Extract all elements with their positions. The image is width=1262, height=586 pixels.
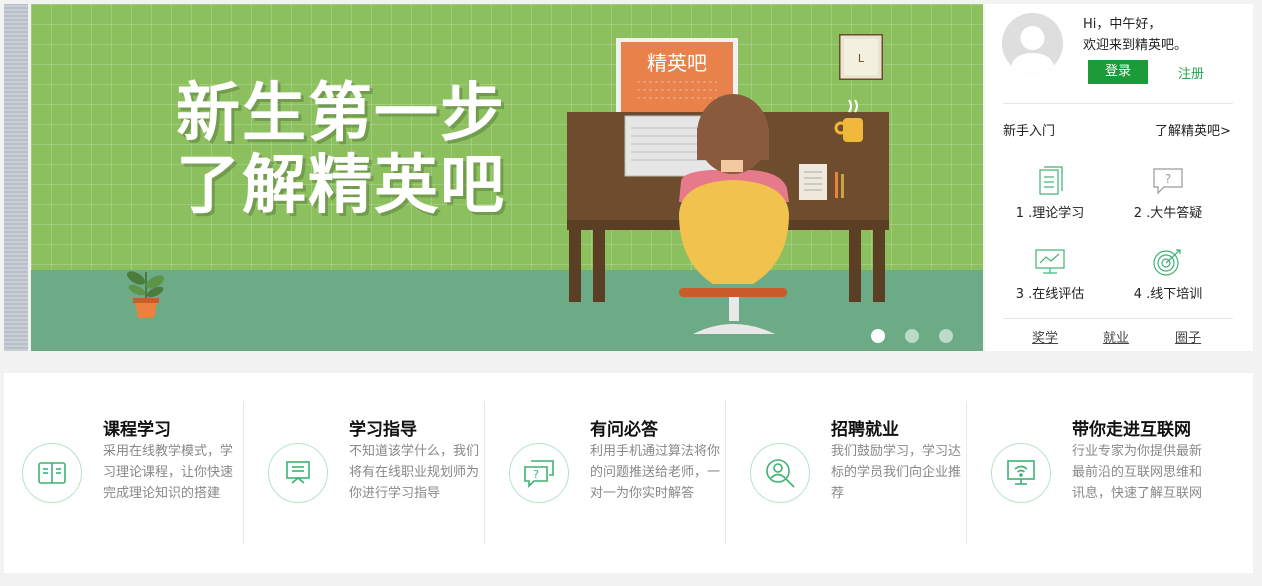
document-icon [1039, 166, 1063, 195]
banner-slogan: 新生第一步 了解精英吧 [161, 78, 521, 222]
feature-icon-circle [991, 443, 1051, 503]
guide-step-qa[interactable]: ? 2 .大牛答疑 [1113, 166, 1223, 221]
banner-carousel[interactable]: 新生第一步 了解精英吧 精英吧 L [31, 4, 983, 351]
feature-icon-circle: ? [509, 443, 569, 503]
monitor-label: 精英吧 [647, 51, 707, 75]
divider [966, 401, 967, 544]
feature-title: 课程学习 [103, 420, 171, 440]
guide-title: 新手入门 [1003, 124, 1056, 139]
svg-text:?: ? [1165, 172, 1171, 186]
feature-internet[interactable]: 带你走进互联网 行业专家为你提供最新最前沿的互联网思维和讯息，快速了解互联网 [973, 401, 1214, 544]
carousel-dot-1[interactable] [871, 329, 885, 343]
features-section: 课程学习 采用在线教学模式，学习理论课程，让你快速完成理论知识的搭建 学习指导 … [4, 373, 1253, 573]
learn-more-link[interactable]: 了解精英吧> [1155, 120, 1231, 139]
feature-icon-circle [22, 443, 82, 503]
feature-qa[interactable]: ? 有问必答 利用手机通过算法将你的问题推送给老师，一对一为你实时解答 [491, 401, 732, 544]
welcome-text: 欢迎来到精英吧。 [1083, 38, 1188, 53]
carousel-dot-3[interactable] [939, 329, 953, 343]
feature-desc: 不知道该学什么，我们将有在线职业规划师为你进行学习指导 [349, 444, 480, 501]
carousel-dot-2[interactable] [905, 329, 919, 343]
feature-desc: 行业专家为你提供最新最前沿的互联网思维和讯息，快速了解互联网 [1072, 444, 1203, 501]
slogan-line-1: 新生第一步 [176, 77, 506, 151]
plant-illustration [126, 271, 165, 318]
monitor-chart-icon [1035, 249, 1065, 274]
wifi-screen-icon [1007, 460, 1035, 485]
divider [484, 401, 485, 544]
feature-title: 招聘就业 [831, 420, 899, 440]
feature-title: 有问必答 [590, 420, 658, 440]
employment-link[interactable]: 就业 [1103, 327, 1129, 346]
guide-step-label: 2 .大牛答疑 [1133, 206, 1203, 221]
register-link[interactable]: 注册 [1178, 63, 1204, 82]
feature-icon-circle [268, 443, 328, 503]
guide-step-offline[interactable]: 4 .线下培训 [1113, 247, 1223, 302]
divider [725, 401, 726, 544]
feature-icon-circle [750, 443, 810, 503]
divider [243, 401, 244, 544]
feature-desc: 利用手机通过算法将你的问题推送给老师，一对一为你实时解答 [590, 444, 721, 501]
book-icon [38, 462, 66, 484]
target-icon [1153, 249, 1181, 276]
divider [1003, 103, 1233, 104]
question-chat-icon: ? [1153, 168, 1183, 195]
feature-desc: 采用在线教学模式，学习理论课程，让你快速完成理论知识的搭建 [103, 444, 234, 501]
clock-label: L [858, 52, 865, 65]
greeting-block: Hi，中午好， 欢迎来到精英吧。 [1083, 14, 1187, 56]
clock-illustration: L [839, 34, 883, 80]
feature-title: 带你走进互联网 [1072, 420, 1191, 440]
guide-step-evaluation[interactable]: 3 .在线评估 [995, 247, 1105, 302]
guide-step-label: 3 .在线评估 [1015, 287, 1085, 302]
avatar [1002, 13, 1063, 74]
person-search-icon [766, 459, 795, 488]
carousel-dots [871, 329, 953, 343]
divider [1003, 318, 1233, 319]
circle-link[interactable]: 圈子 [1175, 327, 1201, 346]
chat-question-icon: ? [524, 460, 554, 488]
previous-slide-peek[interactable] [4, 4, 28, 351]
svg-text:?: ? [533, 468, 539, 481]
guide-step-label: 1 .理论学习 [1015, 206, 1085, 221]
greeting-text: Hi，中午好， [1083, 17, 1162, 32]
login-button[interactable]: 登录 [1088, 60, 1148, 84]
page: 新生第一步 了解精英吧 精英吧 L Hi，中午好， 欢迎来到精英吧。 登录 注册… [0, 0, 1262, 586]
user-panel: Hi，中午好， 欢迎来到精英吧。 登录 注册 新手入门 了解精英吧> 1 .理论… [985, 4, 1253, 351]
feature-desc: 我们鼓励学习，学习达标的学员我们向企业推荐 [831, 444, 962, 501]
guide-step-label: 4 .线下培训 [1133, 287, 1203, 302]
feature-title: 学习指导 [349, 420, 417, 440]
scholarship-link[interactable]: 奖学 [1032, 327, 1058, 346]
user-placeholder-icon [1002, 13, 1063, 74]
feature-recruitment[interactable]: 招聘就业 我们鼓励学习，学习达标的学员我们向企业推荐 [732, 401, 973, 544]
slogan-line-2: 了解精英吧 [176, 149, 506, 223]
guide-step-theory[interactable]: 1 .理论学习 [995, 166, 1105, 221]
feature-course-learning[interactable]: 课程学习 采用在线教学模式，学习理论课程，让你快速完成理论知识的搭建 [4, 401, 245, 544]
board-icon [286, 461, 310, 484]
feature-study-guidance[interactable]: 学习指导 不知道该学什么，我们将有在线职业规划师为你进行学习指导 [250, 401, 491, 544]
